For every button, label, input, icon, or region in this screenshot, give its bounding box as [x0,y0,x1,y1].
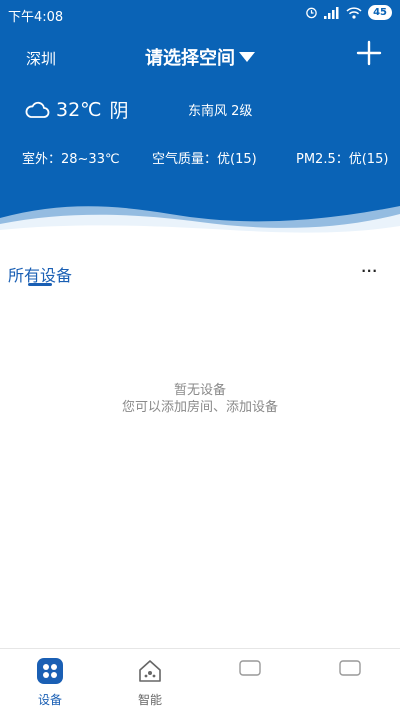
caret-down-icon [239,52,255,62]
more-menu-button[interactable]: ··· [361,264,378,278]
empty-state-hint: 您可以添加房间、添加设备 [121,400,278,415]
wave-decoration [0,206,400,240]
empty-state-title: 暂无设备 [173,383,226,398]
devices-icon [37,658,63,684]
air-quality: 空气质量：优(15) [152,152,257,167]
tab-icon [339,660,361,676]
weather-condition: 阴 [109,100,129,122]
tab-indicator [28,283,52,286]
alarm-icon [306,7,317,19]
tab-devices[interactable]: 设备 [0,649,100,710]
smart-home-icon [139,660,161,682]
add-icon[interactable] [356,40,382,66]
header: 下午4:08 45 深圳 请选择空间 32℃ 阴 东南风 2级 室外：28~33… [0,0,400,240]
tab-smart-label: 智能 [137,693,162,707]
tab-fourth[interactable] [300,649,400,710]
outdoor-temp: 室外：28~33℃ [22,152,120,167]
bottom-tab-bar: 设备 智能 [0,648,400,710]
empty-state: 暂无设备 您可以添加房间、添加设备 [0,382,400,416]
tab-icon [239,660,261,676]
status-bar: 下午4:08 45 [0,0,400,28]
room-select-label: 请选择空间 [145,48,235,69]
wifi-icon [346,6,362,19]
wind-info: 东南风 2级 [188,104,253,119]
signal-icon [324,6,339,19]
cloud-icon [25,101,50,118]
tab-third[interactable] [200,649,300,710]
battery-indicator: 45 [368,5,392,20]
tab-devices-label: 设备 [37,693,62,707]
tab-smart[interactable]: 智能 [100,649,200,710]
status-time: 下午4:08 [8,10,64,25]
weather-summary: 32℃ 阴 [24,96,129,123]
room-select-dropdown[interactable]: 请选择空间 [0,44,400,70]
temperature: 32℃ [56,98,102,121]
pm25: PM2.5：优(15) [296,152,389,167]
status-icons: 45 [305,5,392,20]
